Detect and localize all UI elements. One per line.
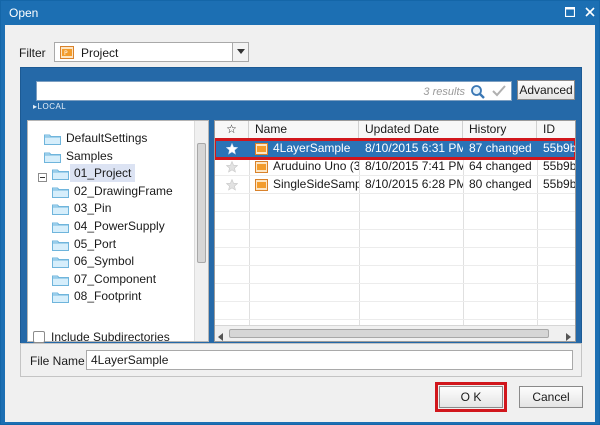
ok-button[interactable]: O K <box>435 382 507 412</box>
search-input[interactable]: 3 results <box>36 81 512 101</box>
table-scroll-thumb[interactable] <box>229 329 549 338</box>
row-history: 87 changed <box>469 141 532 155</box>
chevron-down-icon <box>236 49 245 54</box>
close-icon <box>585 7 595 17</box>
advanced-button[interactable]: Advanced <box>517 80 575 100</box>
project-doc-icon: P <box>60 46 74 62</box>
tree-item-label: 03_Pin <box>74 201 112 216</box>
row-name: SingleSideSample <box>273 177 359 191</box>
folder-icon <box>44 150 61 168</box>
folder-icon <box>52 273 69 291</box>
tree-item-label: DefaultSettings <box>66 131 148 145</box>
magnifier-icon[interactable] <box>470 84 486 103</box>
row-name: Aruduino Uno (300 <box>273 159 359 173</box>
folder-icon <box>52 167 69 185</box>
svg-text:P: P <box>64 50 68 57</box>
table-header: ☆ Name Updated Date History ID <box>215 121 575 139</box>
tree-scroll-thumb[interactable] <box>197 143 206 263</box>
tree-item-label: 01_Project <box>70 164 136 183</box>
file-name-group: File Name 4LayerSample <box>20 343 582 377</box>
folder-icon <box>52 220 69 238</box>
table-row[interactable]: Aruduino Uno (300 8/10/2015 7:41 PM 64 cha… <box>215 158 575 176</box>
row-history: 80 changed <box>469 177 532 191</box>
row-id: 55b9bc <box>543 159 576 173</box>
favorite-star[interactable] <box>215 140 249 158</box>
file-name-input[interactable]: 4LayerSample <box>86 350 573 370</box>
favorite-star[interactable] <box>215 158 249 176</box>
file-table: ☆ Name Updated Date History ID 4LayerSam… <box>214 120 576 342</box>
table-row[interactable]: SingleSideSample 8/10/2015 6:28 PM 80 chan… <box>215 176 575 194</box>
maximize-icon <box>565 7 575 17</box>
folder-icon <box>52 290 69 308</box>
close-button[interactable] <box>579 3 600 21</box>
folder-tree: DefaultSettings Samples 01_Project 02_Drawi… <box>27 120 209 342</box>
row-updated-date: 8/10/2015 6:28 PM <box>365 177 463 191</box>
tree-item-label: 04_PowerSupply <box>74 219 165 233</box>
tree-item-label: Samples <box>66 148 113 163</box>
row-updated-date: 8/10/2015 6:31 PM <box>365 141 463 155</box>
title-bar: Open <box>1 1 599 25</box>
folder-icon <box>52 202 69 220</box>
tree-item-label: 08_Footprint <box>74 289 142 304</box>
row-id: 55b9bc <box>543 141 576 155</box>
column-header-updated-date[interactable]: Updated Date <box>359 121 463 139</box>
tree-item-label: 02_DrawingFrame <box>74 183 173 198</box>
project-doc-icon <box>255 161 268 176</box>
row-id: 55b9bc <box>543 177 576 191</box>
dialog-body: Filter P Project 3 results ▸LOCAL Advanc… <box>5 25 595 422</box>
folder-icon <box>52 255 69 273</box>
folder-tree-items: DefaultSettings Samples 01_Project 02_Drawi… <box>28 121 194 341</box>
row-name: 4LayerSample <box>273 141 351 155</box>
include-subdirectories-label: Include Subdirectories <box>51 330 170 344</box>
search-scope-label[interactable]: ▸LOCAL <box>33 102 66 111</box>
row-name-cell: 4LayerSample <box>249 140 359 158</box>
folder-icon <box>52 185 69 203</box>
row-updated-date: 8/10/2015 7:41 PM <box>365 159 463 173</box>
column-header-star[interactable]: ☆ <box>215 121 249 139</box>
table-horizontal-scrollbar[interactable] <box>215 325 575 341</box>
column-header-history[interactable]: History <box>463 121 537 139</box>
window-title: Open <box>9 6 39 20</box>
folder-icon <box>52 238 69 256</box>
file-name-label: File Name <box>30 354 85 368</box>
browse-panel: 3 results ▸LOCAL Advanced DefaultSetting… <box>20 67 582 350</box>
filter-value: Project <box>81 46 119 60</box>
project-doc-icon <box>255 179 268 194</box>
column-header-id[interactable]: ID <box>537 121 575 139</box>
favorite-star[interactable] <box>215 176 249 194</box>
filter-select[interactable]: P Project <box>54 42 249 62</box>
tree-vertical-scrollbar[interactable] <box>194 121 208 341</box>
scroll-right-icon[interactable] <box>566 330 571 341</box>
row-name-cell: Aruduino Uno (300 <box>249 158 359 176</box>
column-header-name[interactable]: Name <box>249 121 359 139</box>
filter-label: Filter <box>19 46 46 60</box>
scroll-left-icon[interactable] <box>218 330 223 341</box>
tree-item-label: 06_Symbol <box>74 254 135 269</box>
include-subdirectories-checkbox[interactable] <box>33 331 45 343</box>
table-row[interactable]: 4LayerSample 8/10/2015 6:31 PM 87 changed 5… <box>215 138 576 160</box>
star-icon <box>215 179 249 191</box>
search-result-count: 3 results <box>423 86 465 98</box>
filter-dropdown-button[interactable] <box>232 43 248 61</box>
star-icon <box>215 143 249 155</box>
star-icon <box>215 161 249 173</box>
row-history: 64 changed <box>469 159 532 173</box>
row-name-cell: SingleSideSample <box>249 176 359 194</box>
project-doc-icon <box>255 143 268 158</box>
folder-icon <box>44 132 61 150</box>
maximize-button[interactable] <box>559 3 581 21</box>
open-dialog: Open Filter P Project 3 results ▸LOCAL A… <box>0 0 600 425</box>
tree-item-label: 07_Component <box>74 271 157 286</box>
tree-item-label: 05_Port <box>74 236 117 251</box>
cancel-button[interactable]: Cancel <box>519 386 583 408</box>
checkmark-icon[interactable] <box>492 85 506 100</box>
collapse-samples-toggle[interactable] <box>38 173 47 182</box>
